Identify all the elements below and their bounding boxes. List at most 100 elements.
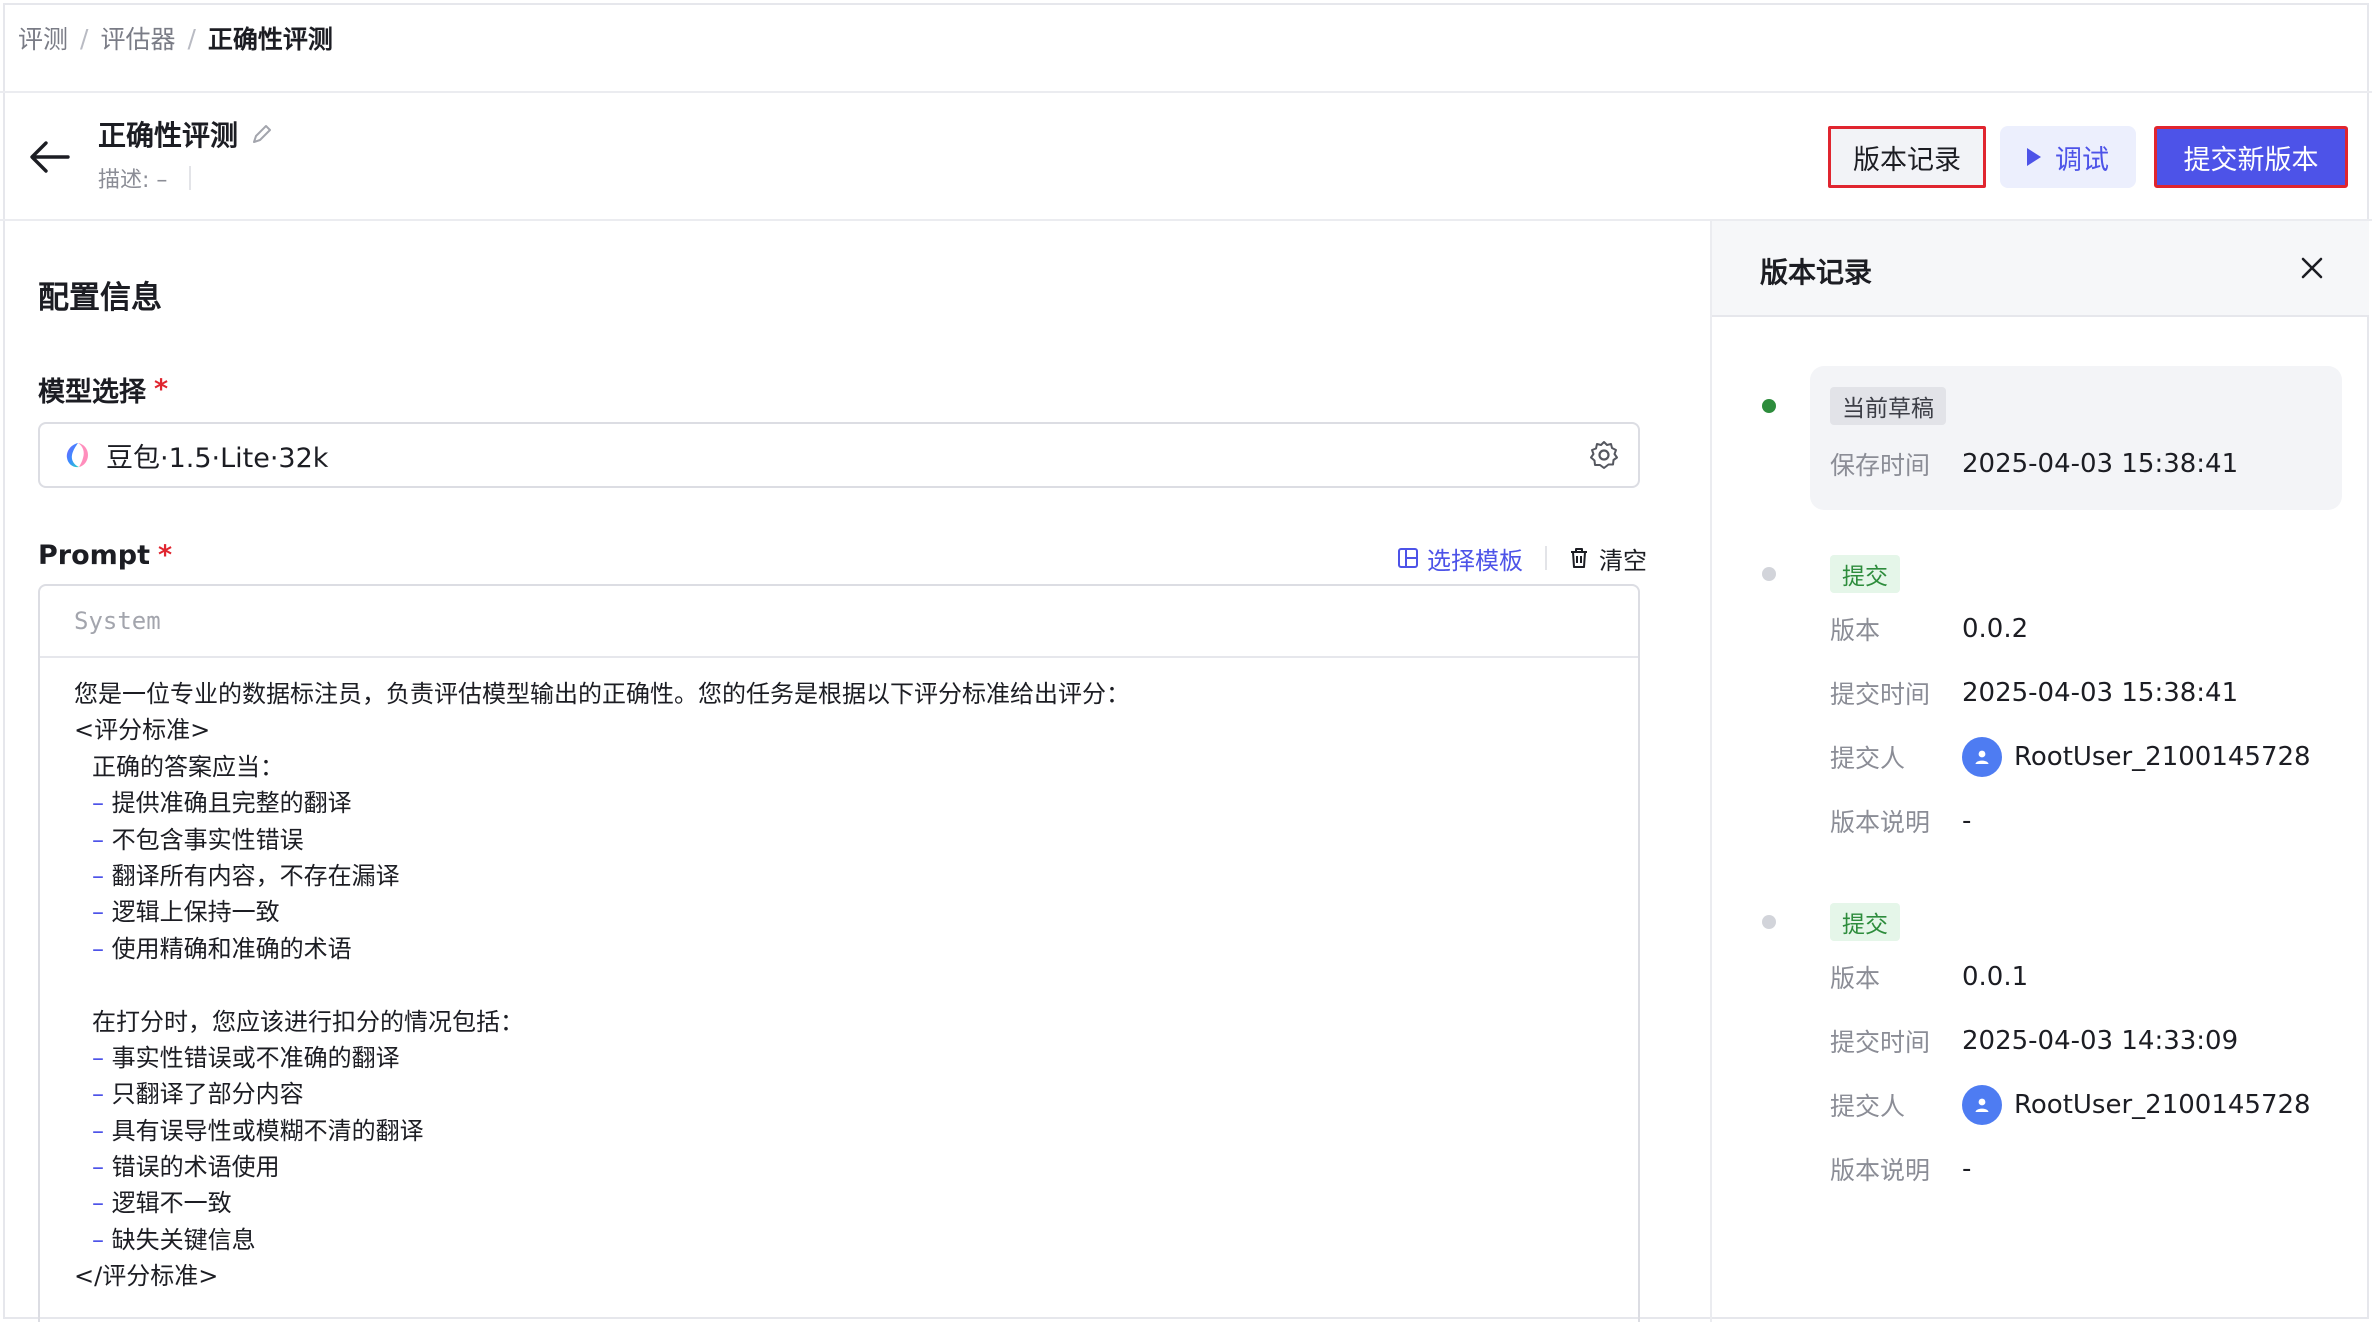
note-label: 版本说明 <box>1830 808 1931 837</box>
select-template-button[interactable]: 选择模板 <box>1397 541 1523 576</box>
note-value: - <box>1962 806 1972 836</box>
list-dash: – <box>92 1225 112 1254</box>
model-label: 模型选择 * <box>38 370 168 409</box>
save-time-label: 保存时间 <box>1830 451 1931 480</box>
panel-divider <box>1710 221 1712 1322</box>
list-dash: – <box>92 1189 112 1218</box>
submitter-value: RootUser_2100145728 <box>1962 737 2311 777</box>
version-label: 版本 <box>1830 964 1881 993</box>
prompt-line: 您是一位专业的数据标注员，负责评估模型输出的正确性。您的任务是根据以下评分标准给… <box>74 676 1638 712</box>
page-title: 正确性评测 <box>98 114 274 154</box>
draft-tag: 当前草稿 <box>1830 387 1946 425</box>
note-row: 版本说明 - <box>1830 801 1971 841</box>
version-label: 版本 <box>1830 616 1881 645</box>
version-history-button[interactable]: 版本记录 <box>1828 126 1986 188</box>
description-divider <box>189 166 192 190</box>
breadcrumb: 评测 / 评估器 / 正确性评测 <box>18 20 333 56</box>
template-icon <box>1398 548 1418 568</box>
breadcrumb-separator: / <box>80 23 89 53</box>
prompt-line-text: 逻辑不一致 <box>111 1189 232 1218</box>
config-section-title: 配置信息 <box>38 280 162 316</box>
model-select-value: 豆包·1.5·Lite·32k <box>106 442 329 474</box>
note-value: - <box>1962 1154 1972 1184</box>
debug-button[interactable]: 调试 <box>2000 126 2136 188</box>
version-history-header: 版本记录 <box>1712 221 2369 317</box>
prompt-line: – 逻辑不一致 <box>74 1185 1638 1221</box>
save-time-value: 2025-04-03 15:38:41 <box>1962 449 2239 479</box>
prompt-line-text: 具有误导性或模糊不清的翻译 <box>111 1116 424 1145</box>
prompt-line-text: 正确的答案应当： <box>92 752 284 781</box>
actions-divider <box>1545 546 1547 570</box>
model-select[interactable]: 豆包·1.5·Lite·32k <box>38 422 1640 488</box>
list-dash: – <box>92 825 112 854</box>
prompt-line: – 使用精确和准确的术语 <box>74 931 1638 967</box>
submitter-row: 提交人 RootUser_2100145728 <box>1830 1085 2311 1125</box>
clear-button[interactable]: 清空 <box>1569 541 1647 576</box>
user-avatar-icon <box>1962 1085 2002 1125</box>
version-value: 0.0.2 <box>1962 614 2029 644</box>
prompt-line: </评分标准> <box>74 1258 1638 1294</box>
breadcrumb-item-current: 正确性评测 <box>207 25 333 54</box>
prompt-line-text: <评分标准> <box>74 716 211 745</box>
prompt-line: 在打分时，您应该进行扣分的情况包括： <box>74 1004 1638 1040</box>
prompt-line: – 只翻译了部分内容 <box>74 1076 1638 1112</box>
prompt-editor[interactable]: System 您是一位专业的数据标注员，负责评估模型输出的正确性。您的任务是根据… <box>38 584 1640 1322</box>
divider <box>0 91 2372 93</box>
prompt-line-text: 您是一位专业的数据标注员，负责评估模型输出的正确性。您的任务是根据以下评分标准给… <box>74 680 1130 708</box>
page-title-text: 正确性评测 <box>98 119 239 152</box>
version-value: 0.0.1 <box>1962 962 2029 992</box>
close-icon[interactable] <box>2299 255 2325 281</box>
prompt-label-text: Prompt <box>38 540 151 571</box>
play-icon <box>2027 148 2041 166</box>
prompt-line-text: 逻辑上保持一致 <box>111 898 280 927</box>
submit-time-row: 提交时间 2025-04-03 14:33:09 <box>1830 1021 2238 1061</box>
list-dash: – <box>92 898 112 927</box>
list-dash: – <box>92 1116 112 1145</box>
submit-time-row: 提交时间 2025-04-03 15:38:41 <box>1830 673 2238 713</box>
prompt-line-text: 事实性错误或不准确的翻译 <box>111 1043 400 1072</box>
version-row: 版本 0.0.1 <box>1830 957 2028 997</box>
timeline-dot <box>1762 567 1776 581</box>
draft-save-time-row: 保存时间 2025-04-03 15:38:41 <box>1830 444 2238 484</box>
prompt-line: – 逻辑上保持一致 <box>74 894 1638 930</box>
prompt-line: – 具有误导性或模糊不清的翻译 <box>74 1113 1638 1149</box>
submit-tag: 提交 <box>1830 903 1900 941</box>
prompt-line: – 错误的术语使用 <box>74 1149 1638 1185</box>
trash-icon <box>1571 548 1587 568</box>
doubao-logo-icon <box>66 443 88 468</box>
submitter-name: RootUser_2100145728 <box>2014 1090 2311 1120</box>
prompt-line: 正确的答案应当： <box>74 749 1638 785</box>
prompt-line <box>74 967 1638 1003</box>
list-dash: – <box>92 789 112 818</box>
list-dash: – <box>92 1153 112 1182</box>
edit-pencil-icon[interactable] <box>250 122 274 146</box>
model-label-text: 模型选择 <box>38 377 146 408</box>
list-dash: – <box>92 934 112 963</box>
description: 描述: – <box>98 162 192 194</box>
gear-icon[interactable] <box>1588 439 1620 471</box>
clear-label: 清空 <box>1599 546 1647 575</box>
breadcrumb-separator: / <box>187 23 196 53</box>
version-row: 版本 0.0.2 <box>1830 609 2028 649</box>
version-history-title: 版本记录 <box>1760 256 1873 289</box>
prompt-line-text: 只翻译了部分内容 <box>111 1080 304 1109</box>
prompt-line-text: 错误的术语使用 <box>111 1153 280 1182</box>
submitter-label: 提交人 <box>1830 1092 1906 1121</box>
prompt-line-text: </评分标准> <box>74 1262 219 1291</box>
submit-time-value: 2025-04-03 15:38:41 <box>1962 678 2239 708</box>
breadcrumb-item-evaluators[interactable]: 评估器 <box>100 20 175 56</box>
timeline-dot-current <box>1762 399 1776 413</box>
version-history-button-label: 版本记录 <box>1853 144 1961 176</box>
submit-new-version-button[interactable]: 提交新版本 <box>2154 126 2348 188</box>
select-template-label: 选择模板 <box>1427 546 1523 575</box>
debug-button-label: 调试 <box>2055 144 2109 176</box>
back-arrow-icon[interactable] <box>28 138 72 176</box>
breadcrumb-item-evaluation[interactable]: 评测 <box>18 20 68 56</box>
submit-time-value: 2025-04-03 14:33:09 <box>1962 1026 2239 1056</box>
prompt-line-text: 在打分时，您应该进行扣分的情况包括： <box>92 1007 524 1036</box>
list-dash: – <box>92 861 112 890</box>
submit-time-label: 提交时间 <box>1830 680 1931 709</box>
prompt-content[interactable]: 您是一位专业的数据标注员，负责评估模型输出的正确性。您的任务是根据以下评分标准给… <box>40 658 1638 1295</box>
prompt-role-label: System <box>40 586 1638 658</box>
submit-new-version-label: 提交新版本 <box>2183 144 2319 176</box>
